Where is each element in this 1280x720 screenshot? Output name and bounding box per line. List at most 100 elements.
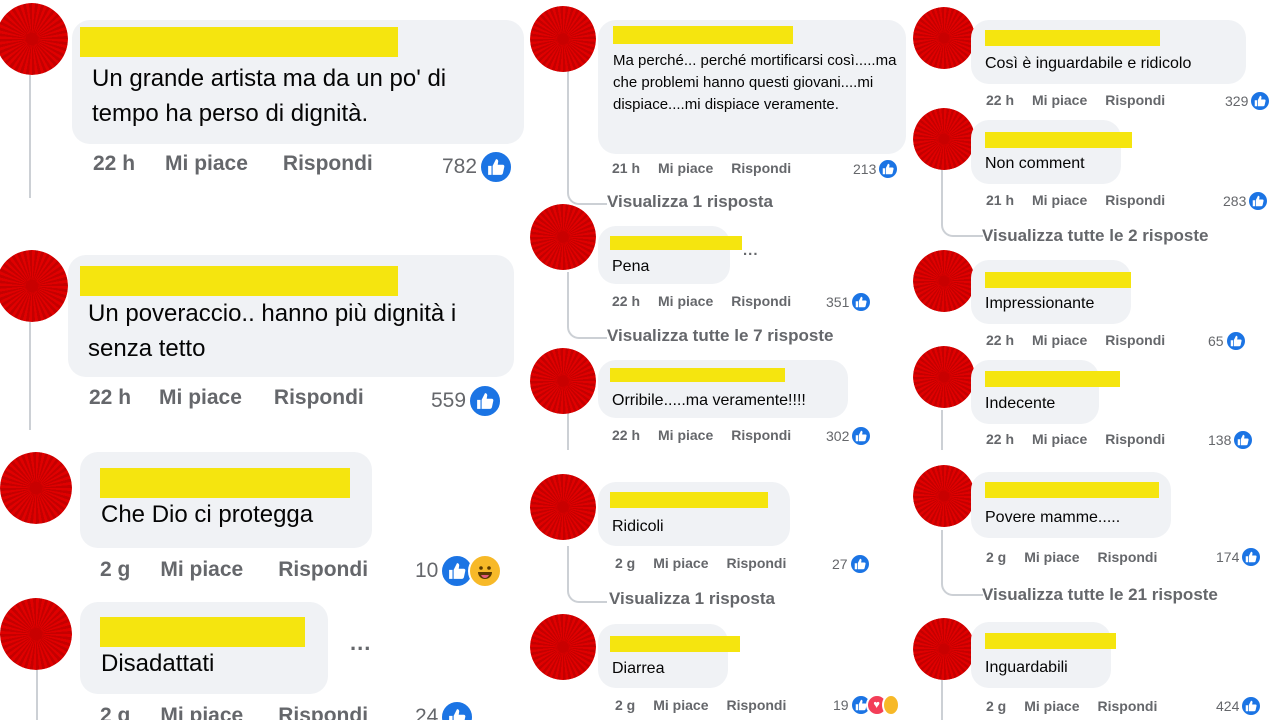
reaction-count[interactable]: 559 [431, 384, 503, 418]
like-button[interactable]: Mi piace [658, 160, 713, 176]
comment-time[interactable]: 2 g [100, 704, 130, 720]
avatar[interactable] [913, 346, 975, 408]
like-button[interactable]: Mi piace [1032, 192, 1087, 208]
reaction-count[interactable]: 302 [826, 425, 873, 447]
reaction-count[interactable]: 19 ♥ [833, 694, 900, 716]
author-name-redacted[interactable] [985, 272, 1131, 288]
comment-time[interactable]: 22 h [986, 92, 1014, 108]
author-name-redacted[interactable] [985, 633, 1116, 649]
reaction-count[interactable]: 351 [826, 291, 873, 313]
author-name-redacted[interactable] [985, 30, 1160, 46]
reaction-count[interactable]: 10 [415, 554, 503, 588]
comment-text: Povere mamme..... [985, 509, 1121, 526]
author-name-redacted[interactable] [985, 482, 1159, 498]
comment-time[interactable]: 2 g [100, 558, 130, 582]
comment-time[interactable]: 22 h [612, 427, 640, 443]
author-name-redacted[interactable] [610, 636, 740, 652]
comment-time[interactable]: 22 h [612, 293, 640, 309]
comment-time[interactable]: 22 h [93, 152, 135, 176]
author-name-redacted[interactable] [100, 617, 305, 647]
reply-button[interactable]: Rispondi [1105, 431, 1165, 447]
reaction-count[interactable]: 27 [832, 553, 871, 575]
view-replies-link[interactable]: Visualizza tutte le 2 risposte [982, 226, 1208, 246]
comments-column-middle: Ma perché... perché mortificarsi così...… [525, 0, 910, 720]
reaction-count[interactable]: 213 [853, 158, 900, 180]
avatar[interactable] [0, 452, 72, 524]
reply-button[interactable]: Rispondi [726, 697, 786, 713]
avatar[interactable] [0, 598, 72, 670]
comment-time[interactable]: 21 h [986, 192, 1014, 208]
avatar[interactable] [913, 250, 975, 312]
avatar[interactable] [913, 618, 975, 680]
comment-time[interactable]: 2 g [615, 555, 635, 571]
reply-button[interactable]: Rispondi [1105, 192, 1165, 208]
like-button[interactable]: Mi piace [1032, 431, 1087, 447]
like-button[interactable]: Mi piace [1024, 698, 1079, 714]
like-button[interactable]: Mi piace [1032, 92, 1087, 108]
like-button[interactable]: Mi piace [165, 152, 248, 176]
comment-time[interactable]: 21 h [612, 160, 640, 176]
reply-button[interactable]: Rispondi [731, 293, 791, 309]
view-replies-link[interactable]: Visualizza tutte le 21 risposte [982, 585, 1218, 605]
comment-time[interactable]: 22 h [89, 386, 131, 410]
reaction-count[interactable]: 424 [1216, 695, 1263, 717]
reaction-count[interactable]: 329 [1225, 90, 1272, 112]
reply-button[interactable]: Rispondi [278, 558, 368, 582]
reaction-count[interactable]: 283 [1223, 190, 1270, 212]
author-name-redacted[interactable] [80, 27, 398, 57]
reply-button[interactable]: Rispondi [1105, 332, 1165, 348]
like-button[interactable]: Mi piace [653, 697, 708, 713]
reply-button[interactable]: Rispondi [283, 152, 373, 176]
like-button[interactable]: Mi piace [653, 555, 708, 571]
comment-time[interactable]: 22 h [986, 332, 1014, 348]
avatar[interactable] [913, 7, 975, 69]
more-options-button[interactable]: ... [743, 242, 759, 259]
avatar[interactable] [530, 204, 596, 270]
avatar[interactable] [530, 614, 596, 680]
reaction-count[interactable]: 65 [1208, 330, 1247, 352]
author-name-redacted[interactable] [613, 26, 793, 44]
avatar[interactable] [913, 108, 975, 170]
avatar[interactable] [530, 6, 596, 72]
reply-button[interactable]: Rispondi [274, 386, 364, 410]
like-button[interactable]: Mi piace [160, 704, 243, 720]
avatar[interactable] [530, 474, 596, 540]
author-name-redacted[interactable] [610, 368, 785, 382]
reply-button[interactable]: Rispondi [731, 427, 791, 443]
like-button[interactable]: Mi piace [1032, 332, 1087, 348]
view-replies-link[interactable]: Visualizza tutte le 7 risposte [607, 326, 833, 346]
reaction-count[interactable]: 24 [415, 700, 475, 720]
author-name-redacted[interactable] [985, 132, 1132, 148]
reaction-count[interactable]: 782 [442, 150, 514, 184]
comment-time[interactable]: 2 g [986, 698, 1006, 714]
like-button[interactable]: Mi piace [1024, 549, 1079, 565]
like-button[interactable]: Mi piace [159, 386, 242, 410]
comment-time[interactable]: 2 g [615, 697, 635, 713]
view-replies-link[interactable]: Visualizza 1 risposta [609, 589, 775, 609]
view-replies-link[interactable]: Visualizza 1 risposta [607, 192, 773, 212]
reply-button[interactable]: Rispondi [1105, 92, 1165, 108]
author-name-redacted[interactable] [610, 236, 742, 250]
reply-button[interactable]: Rispondi [726, 555, 786, 571]
like-button[interactable]: Mi piace [160, 558, 243, 582]
avatar[interactable] [0, 250, 68, 322]
avatar[interactable] [530, 348, 596, 414]
author-name-redacted[interactable] [100, 468, 350, 498]
like-icon [468, 384, 503, 418]
reply-button[interactable]: Rispondi [1097, 549, 1157, 565]
author-name-redacted[interactable] [80, 266, 398, 296]
more-options-button[interactable]: ... [350, 630, 371, 656]
reaction-count[interactable]: 138 [1208, 429, 1255, 451]
author-name-redacted[interactable] [610, 492, 768, 508]
author-name-redacted[interactable] [985, 371, 1120, 387]
reply-button[interactable]: Rispondi [278, 704, 368, 720]
avatar[interactable] [0, 3, 68, 75]
comment-time[interactable]: 22 h [986, 431, 1014, 447]
like-button[interactable]: Mi piace [658, 427, 713, 443]
comment-time[interactable]: 2 g [986, 549, 1006, 565]
avatar[interactable] [913, 465, 975, 527]
reply-button[interactable]: Rispondi [1097, 698, 1157, 714]
like-button[interactable]: Mi piace [658, 293, 713, 309]
reaction-count[interactable]: 174 [1216, 546, 1263, 568]
reply-button[interactable]: Rispondi [731, 160, 791, 176]
